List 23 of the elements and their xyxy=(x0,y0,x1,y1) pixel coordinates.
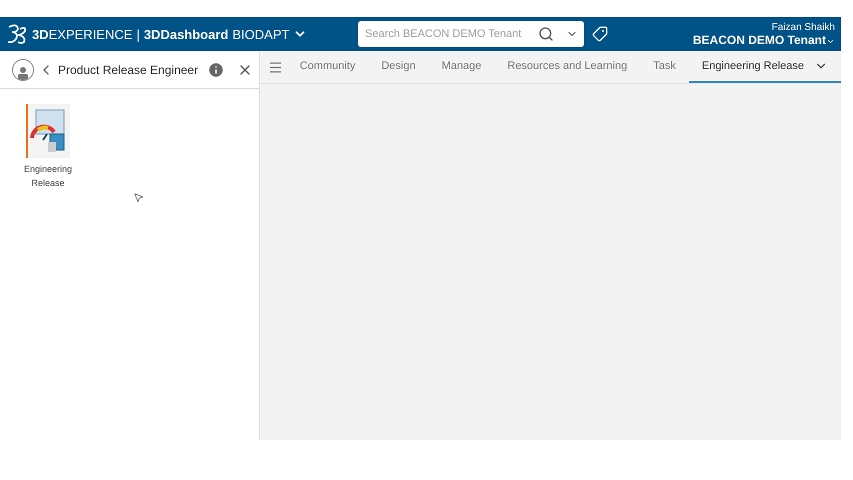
logo-icon xyxy=(6,23,28,45)
app-tile-icon[interactable] xyxy=(26,104,70,158)
tenant-name[interactable]: BEACON DEMO Tenant xyxy=(692,32,826,46)
search-icon[interactable] xyxy=(538,26,554,42)
separator: | xyxy=(136,26,140,42)
panel-title: Product Release Engineer xyxy=(58,62,200,76)
cursor-icon xyxy=(133,192,144,203)
dashboard-tab[interactable]: Task xyxy=(640,51,689,83)
dashboard-name[interactable]: BIODAPT xyxy=(232,26,290,42)
dashboard-tab[interactable]: Resources and Learning xyxy=(494,51,640,83)
avatar-icon[interactable] xyxy=(12,58,34,80)
app-label[interactable]: Engineering Release xyxy=(17,163,79,190)
menu-icon[interactable] xyxy=(268,60,283,74)
brand-name: 3DEXPERIENCE xyxy=(32,26,132,42)
tag-icon[interactable] xyxy=(592,26,608,42)
user-name: Faizan Shaikh xyxy=(772,22,835,32)
app-name: 3DDashboard xyxy=(144,26,228,42)
info-icon[interactable] xyxy=(206,60,225,78)
search-bar[interactable]: Search BEACON DEMO Tenant xyxy=(358,21,584,47)
dashboard-tab[interactable]: Community xyxy=(286,51,368,83)
dashboard-tab[interactable]: Engineering Release xyxy=(688,51,841,83)
dashboard-tab[interactable]: Manage xyxy=(428,51,494,83)
dashboard-tab[interactable]: Design xyxy=(368,51,429,83)
